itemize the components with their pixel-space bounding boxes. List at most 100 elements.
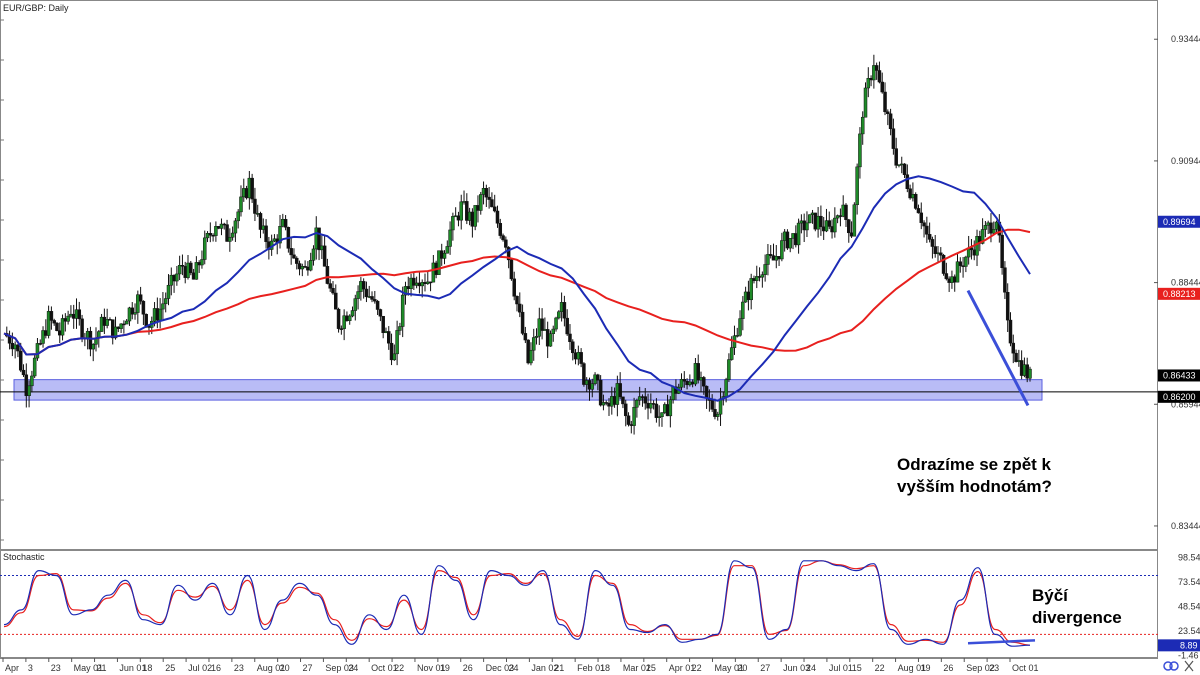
x-tick-label: 24 — [806, 663, 816, 673]
candle-body — [253, 198, 257, 214]
candle-body — [498, 223, 503, 236]
candle-body — [200, 259, 204, 266]
candle-body — [373, 299, 377, 302]
candle-body — [442, 252, 447, 259]
main-annotation-line1: Odrazíme se zpět k — [897, 455, 1052, 474]
x-tick-label: Jul 01 — [829, 663, 853, 673]
indicator-label: Stochastic — [3, 552, 45, 562]
candle-body — [1003, 267, 1007, 293]
x-tick-label: 25 — [165, 663, 175, 673]
candle-body — [738, 318, 742, 336]
candle-body — [350, 310, 355, 317]
candle-body — [621, 396, 625, 405]
candle-body — [35, 343, 40, 359]
x-tick-label: 23 — [989, 663, 999, 673]
candle-body — [554, 317, 558, 330]
x-tick-label: 15 — [852, 663, 862, 673]
candle-body — [760, 274, 765, 278]
x-tick-label: 21 — [97, 663, 107, 673]
candle-body — [941, 254, 946, 274]
candle-body — [852, 204, 857, 237]
candle-body — [749, 278, 753, 301]
candle-body — [623, 403, 628, 417]
candle-body — [52, 320, 56, 324]
candle-body — [322, 245, 327, 267]
candle-body — [894, 148, 898, 166]
x-tick-label: 24 — [509, 663, 519, 673]
candle-body — [660, 412, 664, 417]
candle-body — [888, 113, 893, 129]
stoch-value-tag-label: 8.89 — [1180, 640, 1198, 650]
candle-body — [18, 350, 23, 371]
candle-body — [30, 375, 34, 387]
candle-body — [626, 415, 631, 425]
candle-body — [807, 214, 812, 224]
x-tick-label: 19 — [920, 663, 930, 673]
x-tick-label: 22 — [692, 663, 702, 673]
support-zone — [13, 379, 1043, 401]
candle-body — [80, 318, 84, 339]
candle-body — [451, 216, 455, 231]
candle-body — [635, 400, 639, 408]
candle-body — [495, 210, 500, 224]
candle-body — [927, 234, 932, 240]
candle-body — [1000, 234, 1004, 268]
candle-body — [21, 369, 26, 376]
candle-body — [459, 201, 463, 221]
x-tick-label: 20 — [280, 663, 290, 673]
chart-canvas[interactable]: 0.934440.909440.884440.859440.834440.896… — [0, 0, 1200, 675]
candle-body — [704, 385, 709, 399]
candle-body — [880, 81, 884, 93]
candle-body — [124, 320, 129, 325]
candle-body — [590, 383, 595, 390]
stoch-y-tick-label: 73.54 — [1178, 577, 1200, 587]
candle-body — [855, 166, 859, 206]
candle-body — [375, 300, 380, 310]
stoch-annotation-line2: divergence — [1032, 608, 1122, 627]
candle-body — [596, 374, 600, 381]
candle-body — [598, 379, 603, 406]
candle-body — [874, 65, 879, 71]
candle-body — [860, 116, 865, 135]
candle-body — [724, 379, 728, 397]
candle-body — [264, 225, 268, 242]
candle-body — [308, 260, 313, 271]
candle-body — [643, 396, 647, 404]
candle-body — [702, 377, 706, 387]
candle-body — [805, 222, 809, 231]
y-tick-label: 0.90944 — [1171, 156, 1200, 166]
candle-body — [445, 246, 450, 254]
candle-body — [944, 273, 949, 280]
candle-body — [233, 220, 238, 234]
x-tick-label: 23 — [234, 663, 244, 673]
candle-body — [336, 308, 341, 329]
price-tag-label: 0.86433 — [1163, 370, 1196, 380]
candle-body — [381, 315, 385, 333]
x-tick-label: 3 — [28, 663, 33, 673]
candle-body — [729, 347, 734, 360]
candle-body — [91, 344, 95, 350]
candle-body — [905, 174, 910, 189]
candle-body — [387, 331, 391, 344]
x-tick-label: Apr — [5, 663, 19, 673]
candle-body — [77, 309, 82, 320]
candle-body — [715, 413, 720, 417]
candle-body — [877, 70, 882, 83]
candle-body — [780, 240, 784, 260]
candle-body — [741, 301, 745, 319]
candle-body — [668, 399, 673, 417]
candle-body — [202, 237, 207, 260]
y-tick-label: 0.83444 — [1171, 521, 1200, 531]
candle-body — [891, 128, 896, 149]
candle-body — [529, 349, 533, 364]
candle-body — [796, 222, 801, 246]
candle-body — [208, 233, 213, 236]
candle-body — [66, 315, 70, 322]
stoch-y-tick-label: 98.54 — [1178, 552, 1200, 562]
candle-body — [579, 352, 583, 364]
candle-body — [490, 199, 494, 208]
main-annotation-line2: vyšším hodnotám? — [897, 477, 1052, 496]
x-tick-label: 23 — [51, 663, 61, 673]
candle-body — [515, 296, 519, 305]
candle-body — [568, 333, 572, 343]
